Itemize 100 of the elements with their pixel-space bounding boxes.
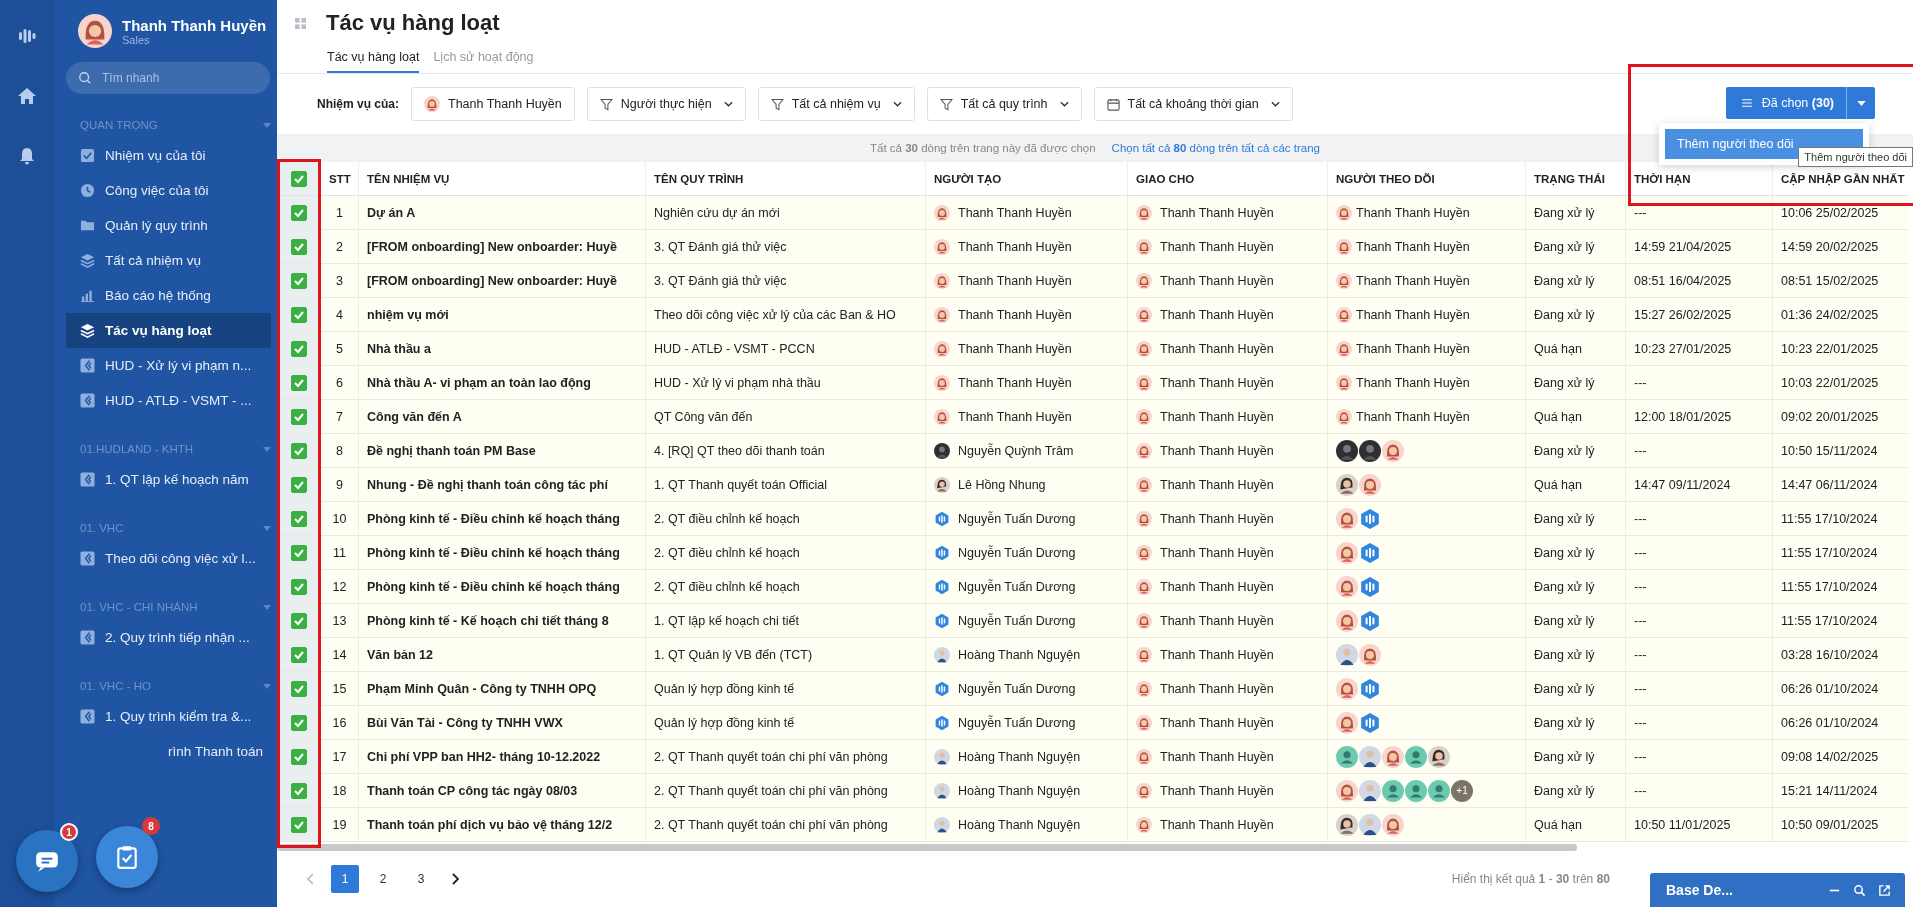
status-text: Đang xử lý	[1534, 545, 1595, 560]
table-cell: 16	[332, 715, 347, 730]
checkbox[interactable]	[291, 476, 307, 493]
checkbox[interactable]	[291, 306, 307, 323]
checkbox[interactable]	[291, 544, 307, 561]
sidebar-item[interactable]: Tất cả nhiệm vụ	[66, 243, 271, 278]
column-header: NGƯỜI THEO DÕI	[1336, 172, 1435, 185]
caret-icon[interactable]	[263, 525, 271, 531]
task-name[interactable]: Công văn đến A	[367, 409, 462, 424]
task-name[interactable]: Dự án A	[367, 205, 416, 220]
checkbox[interactable]	[291, 510, 307, 527]
section-header: 01. VHC - HO	[80, 680, 151, 692]
checkbox[interactable]	[291, 816, 307, 833]
checkbox[interactable]	[291, 170, 307, 187]
filter-dropdown[interactable]: Tất cả khoảng thời gian	[1093, 87, 1293, 121]
avatar-icon	[934, 544, 950, 561]
person-name: Thanh Thanh Huyền	[1160, 341, 1274, 356]
person-name: Thanh Thanh Huyền	[1160, 579, 1274, 594]
checkbox[interactable]	[291, 714, 307, 731]
avatar-icon	[1336, 272, 1352, 289]
filter-dropdown[interactable]: Người thực hiện	[586, 87, 746, 121]
avatar-icon	[1359, 473, 1381, 496]
next-page-icon[interactable]	[451, 873, 459, 885]
sidebar-item[interactable]: HUD - ATLĐ - VSMT - ...	[66, 383, 271, 418]
home-icon[interactable]	[17, 86, 37, 106]
tooltip: Thêm người theo dõi	[1798, 147, 1913, 167]
filter-label: Nhiệm vụ của:	[317, 97, 400, 111]
checkbox[interactable]	[291, 578, 307, 595]
checkbox[interactable]	[291, 374, 307, 391]
status-text: Đang xử lý	[1534, 443, 1595, 458]
sidebar-item[interactable]: Tác vụ hàng loạt	[66, 313, 271, 348]
checkbox[interactable]	[291, 782, 307, 799]
avatar-icon	[934, 374, 950, 391]
logo-icon[interactable]	[17, 26, 37, 46]
selected-actions-button[interactable]: Đã chọn (30)	[1725, 87, 1847, 119]
checkbox[interactable]	[291, 680, 307, 697]
page-button[interactable]: 3	[407, 865, 435, 893]
avatar-icon	[1336, 439, 1358, 462]
checkbox[interactable]	[291, 272, 307, 289]
sidebar-item[interactable]: Nhiệm vụ của tôi	[66, 138, 271, 173]
page-button[interactable]: 2	[369, 865, 397, 893]
previous-page-icon[interactable]	[307, 873, 315, 885]
search-icon[interactable]	[1853, 883, 1866, 897]
checkbox[interactable]	[291, 612, 307, 629]
sidebar-item[interactable]: rình Thanh toán	[66, 734, 271, 769]
bar-chart-icon	[80, 288, 95, 303]
checkbox[interactable]	[291, 442, 307, 459]
sidebar-item[interactable]: Quản lý quy trình	[66, 208, 271, 243]
avatar-icon	[1336, 779, 1358, 802]
table-cell: 2. QT điều chỉnh kế hoạch	[654, 511, 800, 526]
filter-dropdown[interactable]: Tất cả nhiệm vụ	[757, 87, 915, 121]
avatar-icon	[1336, 643, 1358, 666]
checkbox[interactable]	[291, 646, 307, 663]
avatar-icon	[1136, 578, 1152, 595]
avatar-icon	[1336, 575, 1358, 598]
avatar-icon	[1428, 745, 1450, 768]
caret-icon[interactable]	[263, 122, 271, 128]
grid-icon[interactable]	[295, 17, 306, 29]
sidebar-item[interactable]: 1. Quy trình kiểm tra &...	[66, 699, 271, 734]
checkbox[interactable]	[291, 408, 307, 425]
sidebar-item[interactable]: 1. QT lập kế hoạch năm	[66, 462, 271, 497]
caret-icon[interactable]	[263, 683, 271, 689]
checkbox[interactable]	[291, 748, 307, 765]
sidebar-item[interactable]: HUD - Xử lý vi phạm n...	[66, 348, 271, 383]
sidebar-item[interactable]: Công việc của tôi	[66, 173, 271, 208]
filter-dropdown[interactable]: Thanh Thanh Huyền	[411, 87, 575, 121]
filter-dropdown[interactable]: Tất cả quy trình	[926, 87, 1082, 121]
sidebar-item[interactable]: Theo dõi công việc xử l...	[66, 541, 271, 576]
filter-icon	[599, 97, 613, 111]
table-cell: 09:08 14/02/2025	[1781, 749, 1879, 764]
person-name: Thanh Thanh Huyền	[1160, 783, 1274, 798]
avatar-icon	[934, 442, 950, 459]
selection-notice: Tất cả 30 dòng trên trang này đã được chọn	[870, 142, 1096, 154]
dropdown-toggle[interactable]	[1847, 87, 1875, 119]
checkbox[interactable]	[291, 340, 307, 357]
task-name[interactable]: Văn bản 12	[367, 647, 433, 662]
external-link-icon[interactable]	[1878, 883, 1891, 897]
page-button[interactable]: 1	[331, 865, 359, 893]
chat-panel-header[interactable]: Base De...	[1650, 873, 1905, 907]
caret-icon[interactable]	[263, 604, 271, 610]
checkbox[interactable]	[291, 204, 307, 221]
avatar-icon	[1136, 782, 1152, 799]
avatar-icon	[1136, 748, 1152, 765]
horizontal-scrollbar[interactable]	[277, 844, 1577, 851]
task-name[interactable]: nhiệm vụ mới	[367, 307, 449, 322]
table-cell: 7	[336, 409, 343, 424]
select-all-link[interactable]: Chọn tất cả 80 dòng trên tất cả các trang	[1111, 142, 1320, 154]
tab[interactable]: Tác vụ hàng loạt	[327, 46, 420, 73]
sidebar-item[interactable]: Báo cáo hệ thống	[66, 278, 271, 313]
checkbox[interactable]	[291, 238, 307, 255]
user-avatar[interactable]	[78, 14, 112, 48]
avatar-icon	[1382, 745, 1404, 768]
table-cell: ---	[1634, 681, 1647, 696]
sidebar-item[interactable]: 2. Quy trình tiếp nhận ...	[66, 620, 271, 655]
person-name: Thanh Thanh Huyền	[1160, 307, 1274, 322]
task-name[interactable]: Nhà thầu a	[367, 341, 431, 356]
column-header: TÊN NHIỆM VỤ	[367, 172, 450, 185]
table-cell: 4. [RQ] QT theo dõi thanh toán	[654, 443, 825, 458]
caret-icon[interactable]	[263, 446, 271, 452]
avatar-icon	[1359, 813, 1381, 836]
